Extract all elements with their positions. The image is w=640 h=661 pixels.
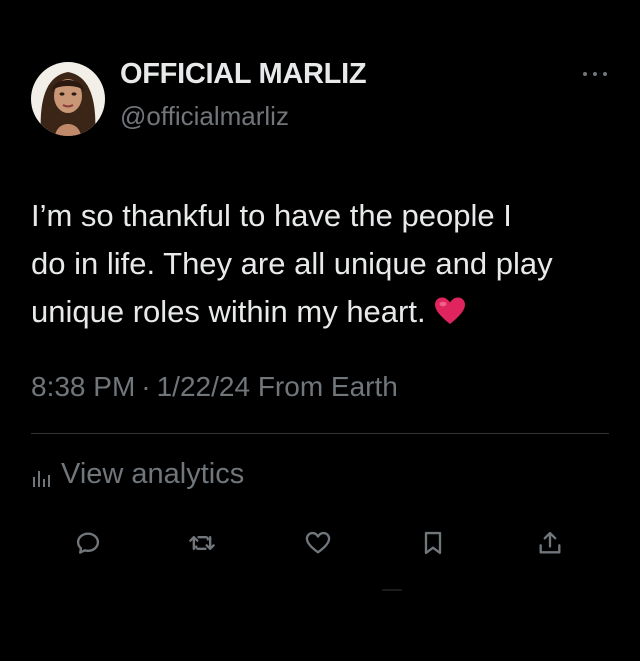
divider [31, 433, 609, 434]
like-button[interactable] [298, 523, 338, 563]
share-icon [539, 531, 561, 554]
view-analytics-label: View analytics [61, 458, 245, 490]
tweet-date[interactable]: 1/22/24 [157, 371, 250, 402]
reply-button[interactable] [68, 523, 108, 563]
red-heart-emoji [434, 292, 466, 324]
bar-chart-icon [31, 464, 53, 487]
view-analytics-link[interactable]: View analytics [31, 458, 244, 491]
retweet-button[interactable] [182, 523, 222, 563]
avatar-image [31, 62, 105, 136]
tweet-text-line: do in life. They are all unique and play [31, 246, 553, 281]
home-indicator [382, 589, 402, 591]
more-options-icon[interactable] [583, 66, 607, 82]
bookmark-icon [424, 531, 442, 555]
avatar[interactable] [31, 62, 105, 136]
user-handle[interactable]: @officialmarliz [120, 101, 289, 132]
tweet-source: From Earth [257, 371, 398, 402]
tweet-text-line: unique roles within my heart. [31, 288, 621, 336]
action-bar [0, 523, 640, 567]
tweet-meta: 8:38 PM · 1/22/24 From Earth [31, 371, 398, 403]
display-name[interactable]: OFFICIAL MARLIZ [120, 58, 367, 91]
share-button[interactable] [530, 523, 570, 563]
tweet-text-line: I’m so thankful to have the people I [31, 198, 512, 233]
tweet-text: I’m so thankful to have the people I do … [31, 192, 621, 336]
tweet: OFFICIAL MARLIZ @officialmarliz I’m so t… [0, 0, 640, 661]
tweet-time[interactable]: 8:38 PM [31, 371, 135, 402]
retweet-icon [189, 536, 215, 550]
heart-icon [305, 531, 331, 554]
reply-icon [76, 532, 100, 554]
tweet-text-line-content: unique roles within my heart. [31, 294, 426, 329]
bookmark-button[interactable] [413, 523, 453, 563]
meta-separator: · [141, 371, 151, 402]
